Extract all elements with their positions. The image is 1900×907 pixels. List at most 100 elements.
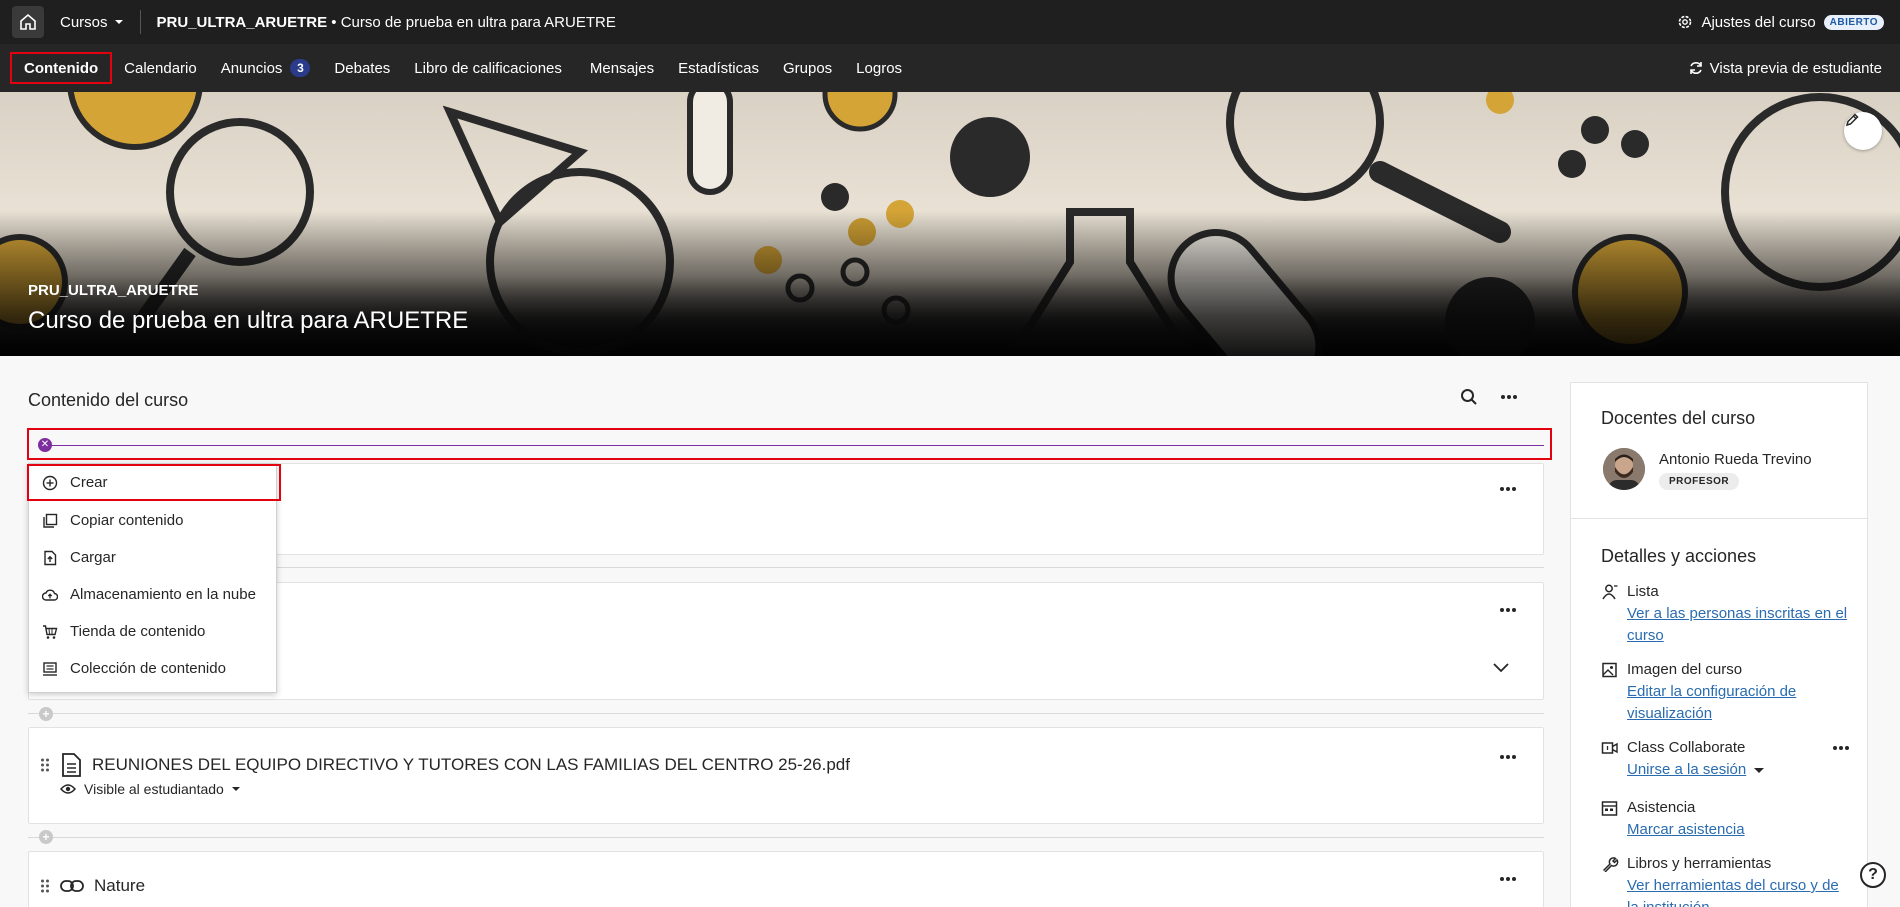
student-preview-label: Vista previa de estudiante bbox=[1709, 59, 1882, 77]
banner-course-title: Curso de prueba en ultra para ARUETRE bbox=[28, 307, 469, 334]
menu-item-crear[interactable]: Crear bbox=[27, 464, 281, 501]
tab-debates[interactable]: Debates bbox=[322, 52, 402, 84]
tab-grupos[interactable]: Grupos bbox=[771, 52, 844, 84]
course-name: Curso de prueba en ultra para ARUETRE bbox=[340, 13, 616, 31]
menu-item-tienda-contenido[interactable]: Tienda de contenido bbox=[29, 613, 278, 650]
chevron-down-icon[interactable] bbox=[1493, 663, 1509, 673]
close-insert-icon[interactable]: ✕ bbox=[38, 438, 52, 452]
mark-attendance-link[interactable]: Marcar asistencia bbox=[1627, 819, 1851, 841]
more-options-icon[interactable] bbox=[1500, 394, 1518, 400]
content-insert-line[interactable]: ✕ bbox=[27, 428, 1552, 460]
tab-label: Contenido bbox=[24, 59, 99, 77]
panel-divider bbox=[1571, 518, 1867, 519]
detail-course-image: Imagen del curso Editar la configuración… bbox=[1601, 661, 1851, 725]
course-banner: PRU_ULTRA_ARUETRE Curso de prueba en ult… bbox=[0, 92, 1900, 356]
help-button[interactable]: ? bbox=[1860, 862, 1886, 888]
detail-label: Class Collaborate bbox=[1627, 739, 1746, 756]
gear-icon[interactable] bbox=[1677, 14, 1693, 30]
display-settings-link[interactable]: Editar la configuración de visualización bbox=[1627, 681, 1851, 725]
visibility-label: Visible al estudiantado bbox=[84, 781, 224, 797]
plus-circle-icon bbox=[42, 475, 58, 490]
course-tools-link[interactable]: Ver herramientas del curso y de la insti… bbox=[1627, 875, 1851, 907]
search-icon[interactable] bbox=[1460, 388, 1478, 406]
menu-item-label: Almacenamiento en la nube bbox=[70, 586, 256, 603]
refresh-icon bbox=[1689, 62, 1702, 74]
edit-banner-button[interactable] bbox=[1844, 112, 1882, 150]
detail-label: Lista bbox=[1627, 583, 1659, 600]
tab-label: Debates bbox=[334, 59, 391, 77]
menu-item-label: Tienda de contenido bbox=[70, 623, 206, 640]
home-button[interactable] bbox=[12, 6, 44, 38]
courses-menu[interactable]: Cursos bbox=[60, 14, 124, 31]
menu-item-label: Copiar contenido bbox=[70, 512, 184, 529]
teachers-heading: Docentes del curso bbox=[1601, 408, 1756, 428]
tab-mensajes[interactable]: Mensajes bbox=[578, 52, 666, 84]
menu-item-label: Colección de contenido bbox=[70, 660, 226, 677]
tab-libro-calificaciones[interactable]: Libro de calificaciones bbox=[402, 52, 574, 84]
more-options-icon[interactable] bbox=[1832, 745, 1850, 751]
tab-logros[interactable]: Logros bbox=[844, 52, 914, 84]
insert-separator bbox=[28, 713, 1544, 714]
drag-handle-icon[interactable] bbox=[40, 757, 50, 773]
roster-link[interactable]: Ver a las personas inscritas en el curso bbox=[1627, 603, 1851, 647]
banner-course-code: PRU_ULTRA_ARUETRE bbox=[28, 282, 199, 299]
detail-label: Asistencia bbox=[1627, 799, 1696, 816]
person-icon bbox=[1602, 584, 1618, 599]
insert-line bbox=[49, 445, 1544, 446]
content-item-title-link[interactable]: REUNIONES DEL EQUIPO DIRECTIVO Y TUTORES… bbox=[92, 755, 850, 775]
breadcrumb-separator: • bbox=[331, 13, 337, 31]
collection-icon bbox=[43, 661, 57, 676]
menu-item-copiar-contenido[interactable]: Copiar contenido bbox=[29, 502, 278, 539]
course-settings-link[interactable]: Ajustes del curso bbox=[1701, 14, 1815, 31]
upload-icon bbox=[44, 550, 57, 565]
menu-item-cargar[interactable]: Cargar bbox=[29, 539, 278, 576]
cart-icon bbox=[43, 624, 58, 639]
more-options-icon[interactable] bbox=[1499, 486, 1517, 492]
more-options-icon[interactable] bbox=[1499, 607, 1517, 613]
course-content-heading: Contenido del curso bbox=[28, 390, 189, 410]
calendar-check-icon bbox=[1601, 800, 1618, 816]
add-content-icon[interactable]: + bbox=[39, 707, 53, 721]
cloud-upload-icon bbox=[42, 589, 58, 601]
tab-label: Anuncios bbox=[220, 59, 283, 77]
document-icon bbox=[62, 753, 81, 777]
pencil-icon bbox=[1845, 113, 1859, 127]
teacher-role-badge: PROFESOR bbox=[1659, 473, 1740, 490]
detail-books-tools: Libros y herramientas Ver herramientas d… bbox=[1601, 855, 1851, 907]
detail-roster: Lista Ver a las personas inscritas en el… bbox=[1601, 583, 1851, 647]
detail-attendance: Asistencia Marcar asistencia bbox=[1601, 799, 1851, 841]
tab-label: Grupos bbox=[782, 59, 833, 77]
image-icon bbox=[1602, 662, 1617, 677]
link-icon bbox=[60, 880, 84, 892]
content-item-title-link[interactable]: Nature bbox=[94, 876, 145, 896]
tab-label: Estadísticas bbox=[678, 59, 759, 77]
copy-icon bbox=[43, 513, 58, 528]
menu-item-almacenamiento-nube[interactable]: Almacenamiento en la nube bbox=[29, 576, 278, 613]
eye-icon bbox=[60, 784, 76, 794]
tab-estadisticas[interactable]: Estadísticas bbox=[666, 52, 771, 84]
content-item-card[interactable] bbox=[28, 851, 1544, 907]
add-content-icon[interactable]: + bbox=[39, 830, 53, 844]
menu-item-coleccion-contenido[interactable]: Colección de contenido bbox=[29, 650, 278, 687]
visibility-dropdown[interactable]: Visible al estudiantado bbox=[60, 781, 240, 797]
caret-down-icon bbox=[1754, 768, 1765, 773]
tab-label: Libro de calificaciones bbox=[414, 59, 562, 77]
divider bbox=[139, 10, 141, 34]
tab-label: Calendario bbox=[124, 59, 197, 77]
tab-anuncios[interactable]: Anuncios 3 bbox=[209, 52, 323, 84]
more-options-icon[interactable] bbox=[1499, 876, 1517, 882]
courses-label: Cursos bbox=[60, 13, 108, 31]
course-details-panel: Docentes del curso Antonio Rueda Trevino… bbox=[1570, 382, 1868, 907]
tab-contenido[interactable]: Contenido bbox=[10, 52, 113, 84]
video-icon bbox=[1601, 741, 1618, 754]
top-bar: Cursos PRU_ULTRA_ARUETRE • Curso de prue… bbox=[0, 0, 1900, 44]
avatar[interactable] bbox=[1603, 448, 1645, 490]
caret-down-icon bbox=[231, 787, 240, 791]
detail-label: Libros y herramientas bbox=[1627, 855, 1772, 872]
drag-handle-icon[interactable] bbox=[40, 878, 50, 894]
student-preview-button[interactable]: Vista previa de estudiante bbox=[1688, 44, 1882, 92]
tab-calendario[interactable]: Calendario bbox=[112, 52, 209, 84]
join-session-link[interactable]: Unirse a la sesión bbox=[1627, 759, 1851, 781]
teacher-name-link[interactable]: Antonio Rueda Trevino bbox=[1659, 451, 1812, 468]
more-options-icon[interactable] bbox=[1499, 754, 1517, 760]
